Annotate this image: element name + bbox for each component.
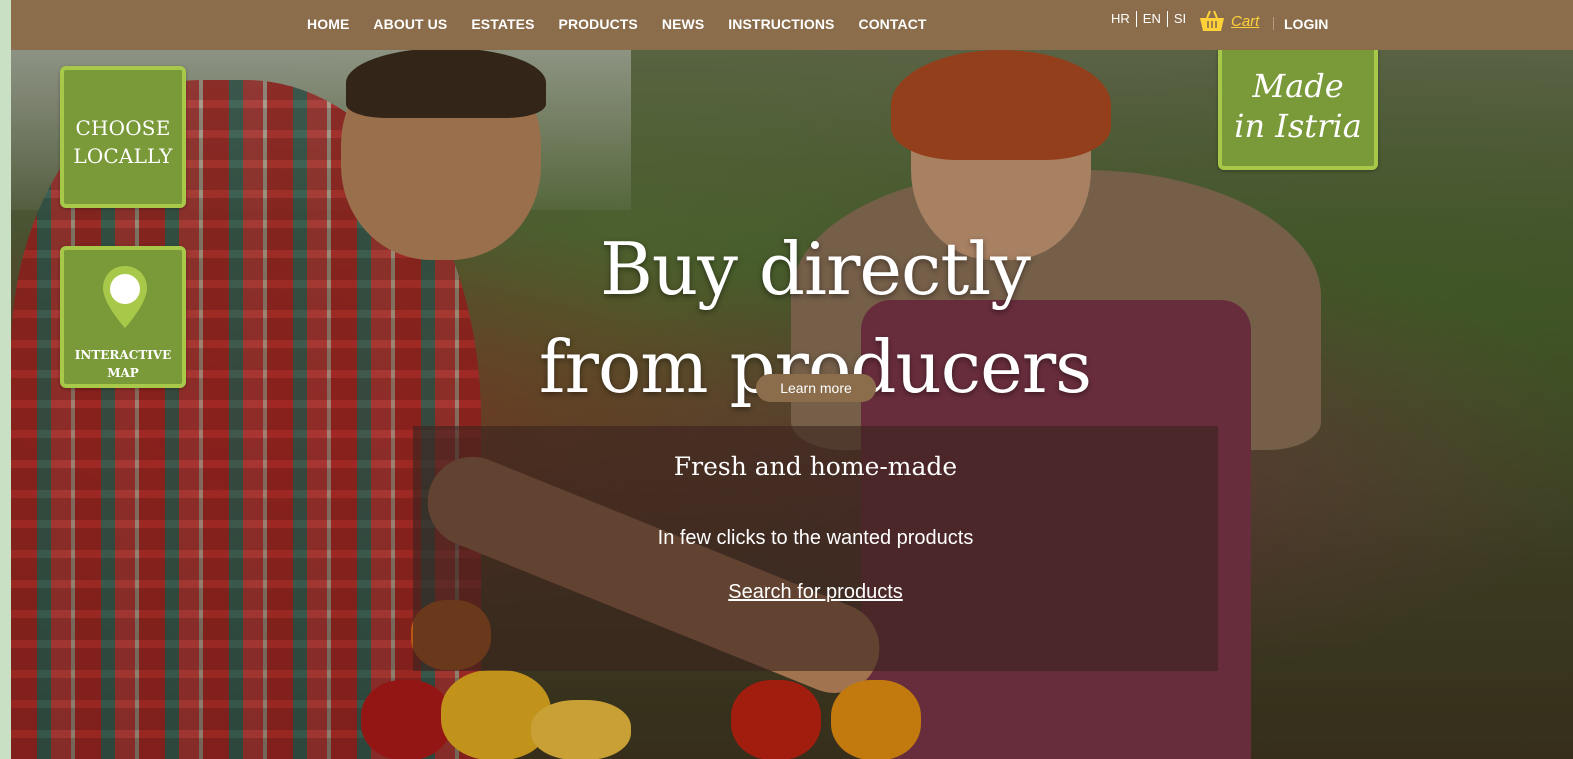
basket-icon [1200,10,1224,31]
made-in-istria-badge[interactable]: Made in Istria [1218,48,1378,170]
choose-locally-badge[interactable]: CHOOSE LOCALLY [60,66,186,208]
language-switcher: HR EN SI [1111,11,1192,27]
made-in-istria-label: Made in Istria [1234,67,1362,145]
cart-label: Cart [1231,12,1260,30]
nav-contact[interactable]: CONTACT [858,16,926,32]
map-pin-icon [103,266,147,328]
interactive-map-badge[interactable]: INTERACTIVE MAP [60,246,186,388]
nav-about-us[interactable]: ABOUT US [373,16,447,32]
nav-instructions[interactable]: INSTRUCTIONS [728,16,834,32]
search-products-link[interactable]: Search for products [413,581,1218,604]
search-panel: Fresh and home-made In few clicks to the… [413,426,1218,671]
login-link[interactable]: LOGIN [1284,16,1328,32]
top-navbar: HOME ABOUT US ESTATES PRODUCTS NEWS INST… [11,0,1573,50]
headline-line-1: Buy directly [600,227,1031,312]
lang-si[interactable]: SI [1168,11,1192,27]
panel-title: Fresh and home-made [673,452,958,481]
nav-products[interactable]: PRODUCTS [559,16,638,32]
left-page-strip [0,0,11,759]
nav-news[interactable]: NEWS [662,16,704,32]
cart-link[interactable]: Cart [1199,9,1259,33]
nav-estates[interactable]: ESTATES [471,16,534,32]
nav-home[interactable]: HOME [307,16,349,32]
panel-subtitle: In few clicks to the wanted products [657,527,974,549]
main-menu: HOME ABOUT US ESTATES PRODUCTS NEWS INST… [307,16,951,32]
lang-en[interactable]: EN [1137,11,1168,27]
lang-hr[interactable]: HR [1111,11,1137,27]
learn-more-button[interactable]: Learn more [756,374,876,402]
interactive-map-label: INTERACTIVE MAP [74,348,172,380]
choose-locally-label: CHOOSE LOCALLY [73,116,173,168]
nav-divider [1273,17,1274,30]
